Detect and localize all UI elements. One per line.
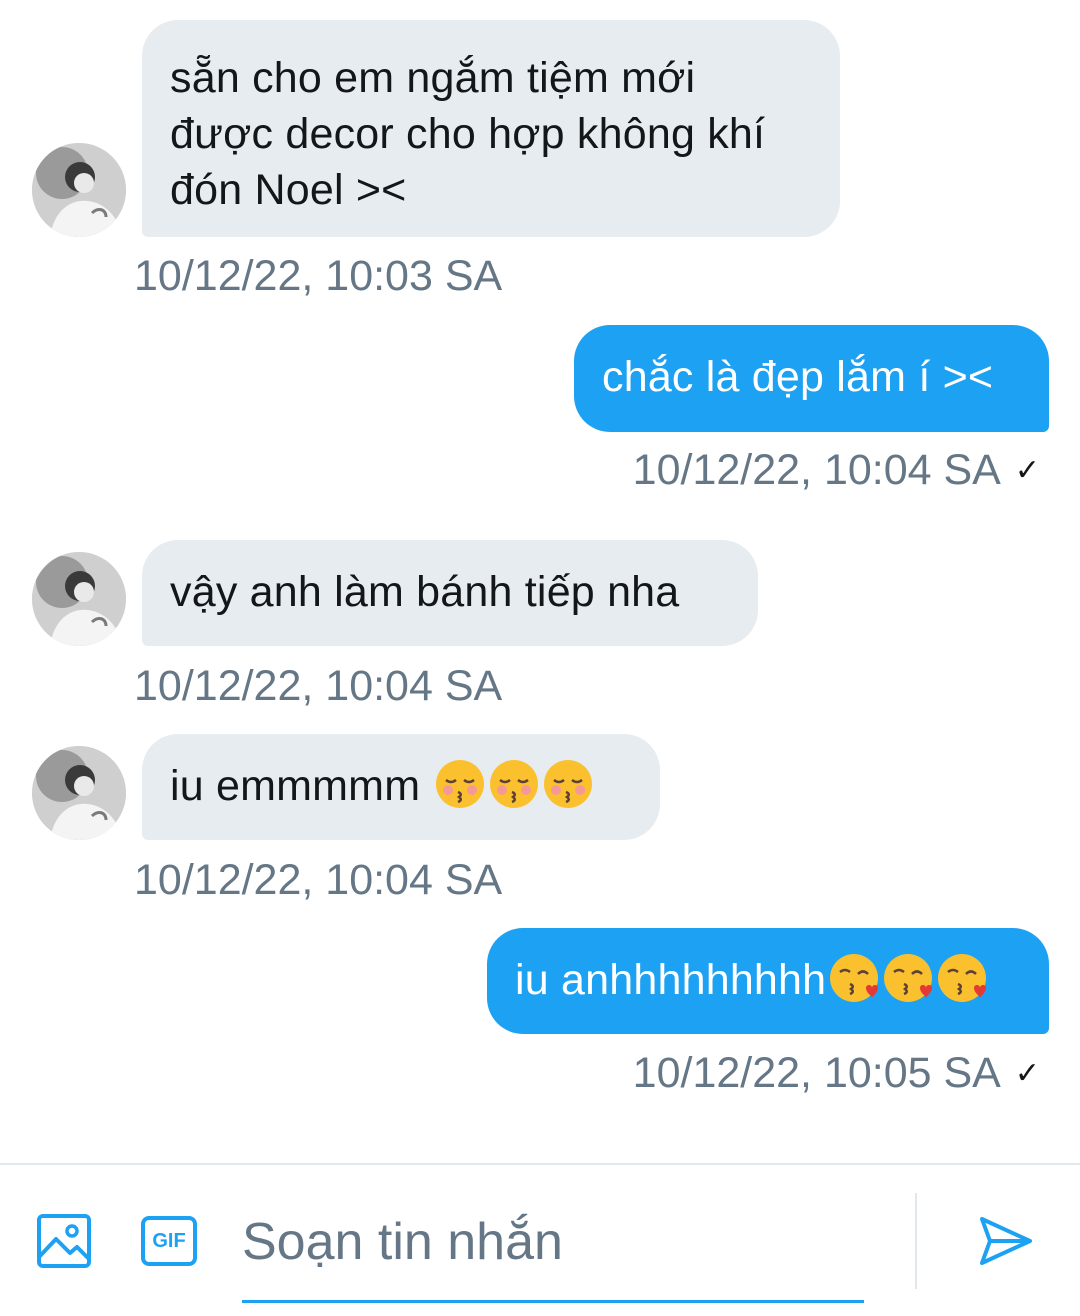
kissing-closed-eyes-emoji-icon (436, 760, 485, 808)
face-blowing-kiss-emoji-icon (938, 954, 987, 1002)
message-bubble-incoming[interactable]: vậy anh làm bánh tiếp nha (142, 540, 758, 646)
message-text: chắc là đẹp lắm í >< (602, 353, 994, 401)
avatar[interactable] (32, 552, 126, 646)
kissing-closed-eyes-emoji-icon (544, 760, 593, 808)
kissing-closed-eyes-emoji-icon (490, 760, 539, 808)
message-text-line: đón Noel >< (170, 166, 407, 214)
message-composer: GIF Soạn tin nhắn (0, 1163, 1080, 1316)
avatar-photo (32, 746, 126, 840)
avatar-photo (32, 143, 126, 237)
face-blowing-kiss-emoji-icon (830, 954, 879, 1002)
dm-conversation: sẵn cho em ngắm tiệm mới được decor cho … (0, 0, 1080, 1316)
avatar-photo (32, 552, 126, 646)
face-blowing-kiss-emoji-icon (884, 954, 933, 1002)
message-text-line: được decor cho hợp không khí (170, 110, 766, 158)
timestamp-text: 10/12/22, 10:05 SA (632, 1049, 1001, 1097)
avatar[interactable] (32, 746, 126, 840)
message-text: iu emmmmm (170, 762, 433, 810)
message-text: vậy anh làm bánh tiếp nha (170, 568, 680, 616)
message-text-line: sẵn cho em ngắm tiệm mới (170, 54, 696, 102)
message-timestamp: 10/12/22, 10:04 SA ✓ (633, 445, 1040, 496)
message-text: iu anhhhhhhhhh (515, 956, 827, 1004)
sent-check-icon: ✓ (1014, 1057, 1040, 1090)
sent-check-icon: ✓ (1014, 454, 1040, 487)
message-timestamp: 10/12/22, 10:03 SA (134, 252, 503, 300)
gif-icon[interactable]: GIF (140, 1213, 198, 1269)
message-bubble-outgoing[interactable]: chắc là đẹp lắm í >< (574, 325, 1049, 432)
gif-label: GIF (152, 1230, 186, 1252)
message-bubble-incoming[interactable]: iu emmmmm (142, 734, 660, 840)
message-timestamp: 10/12/22, 10:04 SA (134, 856, 503, 904)
message-input[interactable]: Soạn tin nhắn (242, 1207, 864, 1303)
send-icon[interactable] (978, 1213, 1034, 1269)
avatar[interactable] (32, 143, 126, 237)
composer-divider (915, 1193, 917, 1289)
timestamp-text: 10/12/22, 10:04 SA (632, 446, 1001, 494)
message-timestamp: 10/12/22, 10:05 SA ✓ (633, 1048, 1040, 1099)
message-bubble-incoming[interactable]: sẵn cho em ngắm tiệm mới được decor cho … (142, 20, 840, 237)
message-bubble-outgoing[interactable]: iu anhhhhhhhhh (487, 928, 1049, 1034)
image-icon[interactable] (36, 1213, 92, 1269)
message-timestamp: 10/12/22, 10:04 SA (134, 662, 503, 710)
